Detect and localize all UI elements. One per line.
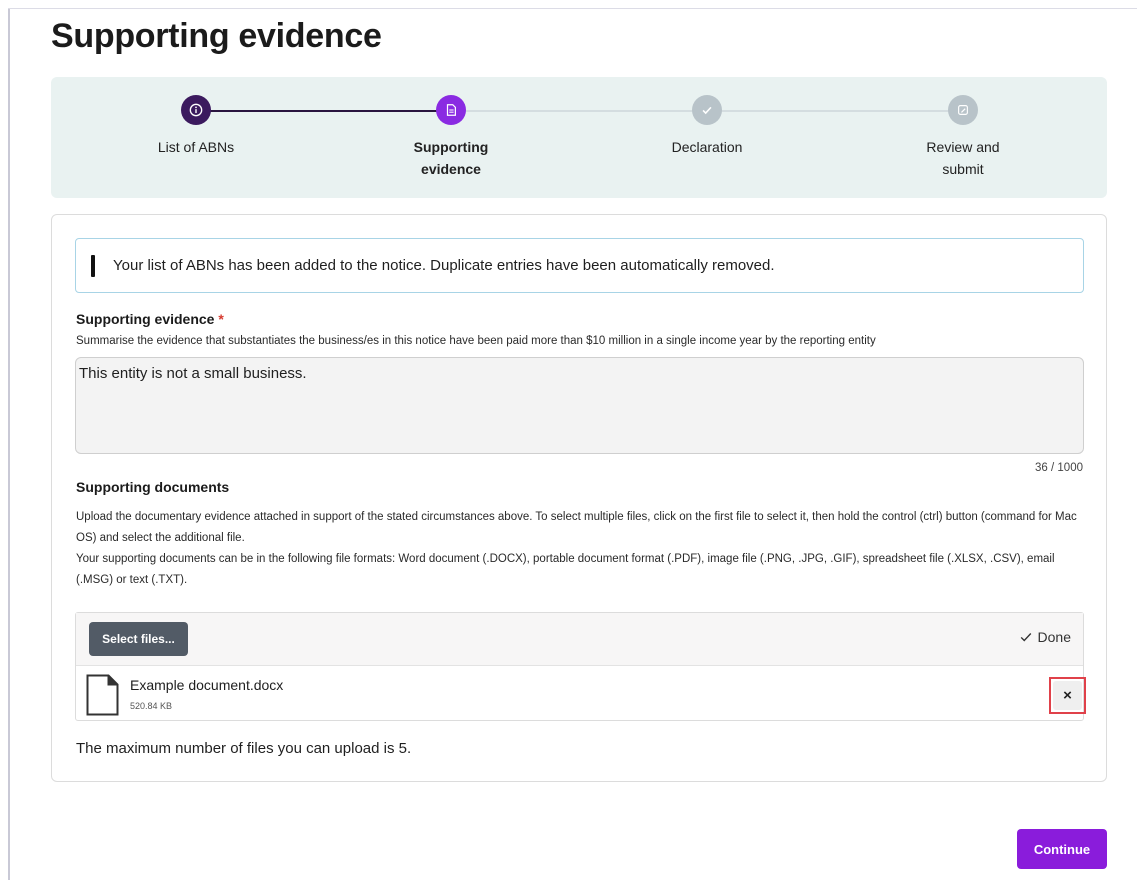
file-icon xyxy=(86,674,119,716)
form-card: Your list of ABNs has been added to the … xyxy=(51,214,1107,782)
remove-file-button[interactable]: × xyxy=(1053,681,1082,710)
step-label: Declaration xyxy=(671,139,743,155)
upload-status: Done xyxy=(1019,629,1071,645)
info-alert: Your list of ABNs has been added to the … xyxy=(75,238,1084,293)
upload-status-text: Done xyxy=(1037,629,1071,645)
continue-button[interactable]: Continue xyxy=(1017,829,1107,869)
max-files-note: The maximum number of files you can uplo… xyxy=(76,740,412,757)
document-icon xyxy=(446,104,456,116)
select-files-button[interactable]: Select files... xyxy=(89,622,188,656)
step-label: Supporting evidence xyxy=(413,139,489,177)
required-marker: * xyxy=(218,311,224,327)
step-circle xyxy=(948,95,978,125)
documents-instructions: Upload the documentary evidence attached… xyxy=(76,511,1077,544)
check-icon xyxy=(702,106,712,115)
step-circle xyxy=(436,95,466,125)
step-circle xyxy=(181,95,211,125)
character-counter: 36 / 1000 xyxy=(1035,462,1083,474)
upload-toolbar: Select files... Done xyxy=(76,613,1083,666)
file-size: 520.84 KB xyxy=(130,701,173,711)
page-title: Supporting evidence xyxy=(51,17,382,55)
step-label: Review and submit xyxy=(926,139,1000,177)
remove-highlight: × xyxy=(1049,677,1086,714)
step-review-and-submit[interactable]: Review and submit xyxy=(883,95,1043,180)
file-upload: Select files... Done Example document.do… xyxy=(75,612,1086,721)
info-icon xyxy=(189,103,203,117)
alert-marker xyxy=(91,254,95,277)
documents-description: Upload the documentary evidence attached… xyxy=(76,507,1088,591)
page-frame-left xyxy=(8,8,10,880)
alert-message: Your list of ABNs has been added to the … xyxy=(113,257,775,274)
step-circle xyxy=(692,95,722,125)
step-list-of-abns[interactable]: List of ABNs xyxy=(116,95,276,158)
step-supporting-evidence[interactable]: Supporting evidence xyxy=(371,95,531,180)
documents-label: Supporting documents xyxy=(76,479,230,495)
edit-icon xyxy=(958,105,968,115)
evidence-label-text: Supporting evidence xyxy=(76,311,215,327)
step-label: List of ABNs xyxy=(157,139,235,155)
checkmark-icon xyxy=(1020,633,1031,642)
page-frame-top xyxy=(8,8,1137,9)
evidence-hint: Summarise the evidence that substantiate… xyxy=(76,335,876,347)
file-list-item: Example document.docx 520.84 KB × xyxy=(76,666,1086,721)
step-declaration[interactable]: Declaration xyxy=(627,95,787,158)
documents-formats: Your supporting documents can be in the … xyxy=(76,553,1055,586)
evidence-label: Supporting evidence * xyxy=(76,311,224,327)
file-name: Example document.docx xyxy=(130,677,284,693)
progress-stepper: List of ABNs Supporting evidence Declara… xyxy=(51,77,1107,198)
evidence-textarea[interactable]: This entity is not a small business. xyxy=(75,357,1084,454)
